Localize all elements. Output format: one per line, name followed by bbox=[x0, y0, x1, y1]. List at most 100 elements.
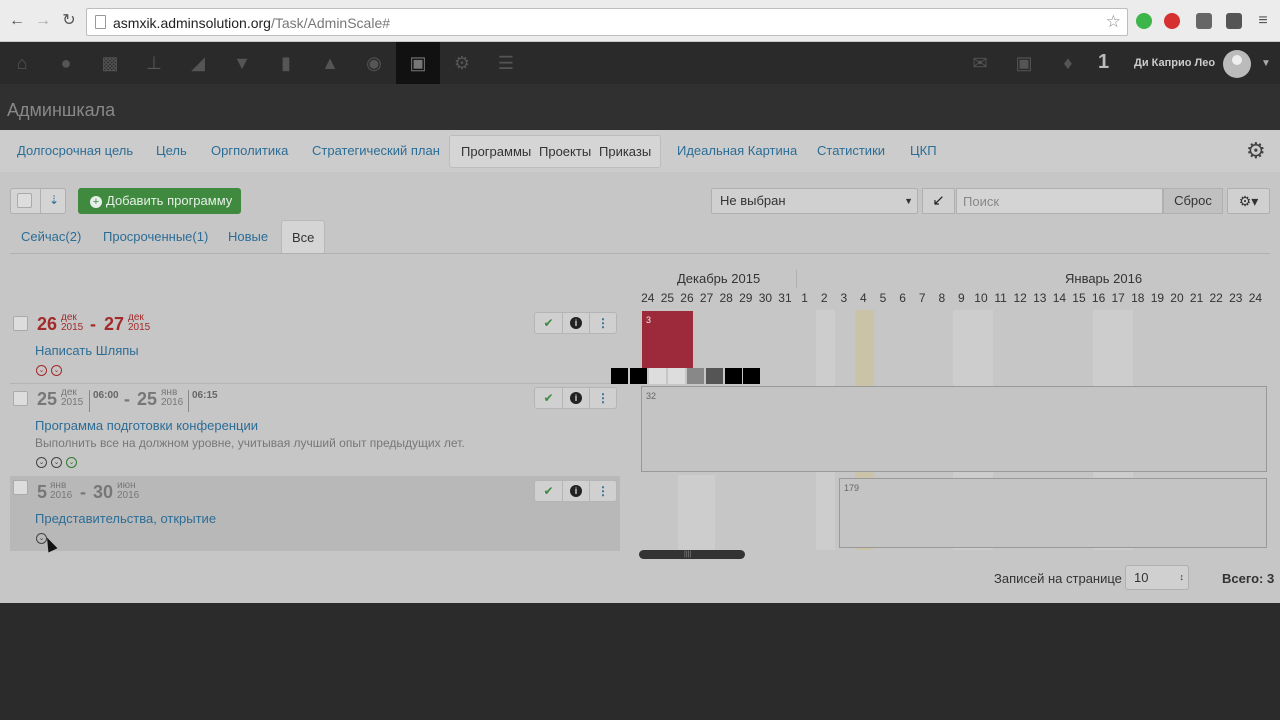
extension-puzzle-icon[interactable] bbox=[1196, 13, 1212, 29]
filter-tab-new[interactable]: Новые bbox=[228, 220, 268, 254]
tab-org-policy[interactable]: Оргполитика bbox=[211, 136, 288, 166]
home-icon[interactable]: ⌂ bbox=[0, 42, 44, 84]
gantt-bar[interactable]: 32 bbox=[641, 386, 1267, 472]
user-name[interactable]: Ди Каприо Лео bbox=[1134, 57, 1215, 69]
avatar[interactable] bbox=[1223, 50, 1251, 78]
back-icon[interactable]: ← bbox=[6, 10, 28, 32]
gantt-scrollbar[interactable]: |||| bbox=[639, 550, 745, 559]
complete-check-icon[interactable]: ✔ bbox=[535, 388, 562, 408]
task-title[interactable]: Программа подготовки конференции bbox=[35, 418, 258, 433]
gantt-day: 28 bbox=[719, 291, 733, 305]
task-actions: ✔ ⋮ bbox=[534, 312, 617, 334]
list-icon[interactable]: ☰ bbox=[484, 42, 528, 84]
view-settings-button[interactable]: ⚙▾ bbox=[1227, 188, 1270, 214]
chart-area-icon[interactable]: ◢ bbox=[176, 42, 220, 84]
status-chevron-icon[interactable]: ⌄ bbox=[51, 365, 62, 376]
date-separator: - bbox=[90, 314, 96, 334]
end-day: 25 bbox=[137, 389, 158, 409]
notification-count[interactable]: 1 bbox=[1098, 51, 1109, 74]
tab-goal[interactable]: Цель bbox=[156, 136, 187, 166]
tab-long-term-goal[interactable]: Долгосрочная цель bbox=[17, 136, 133, 166]
address-bar[interactable]: asmxik.adminsolution.org/Task/AdminScale… bbox=[86, 8, 1128, 36]
users-icon[interactable]: ● bbox=[44, 42, 88, 84]
filter-tab-overdue[interactable]: Просроченные(1) bbox=[103, 220, 208, 254]
tab-ideal-picture[interactable]: Идеальная Картина bbox=[677, 136, 797, 166]
select-all-checkbox[interactable] bbox=[17, 193, 32, 208]
gantt-day: 5 bbox=[879, 291, 887, 305]
gantt-day: 26 bbox=[680, 291, 694, 305]
tab-statistics[interactable]: Статистики bbox=[817, 136, 885, 166]
task-row[interactable]: 25 дек 2015 06:00 - 25 янв 2016 06:15 ✔ … bbox=[10, 387, 620, 475]
task-title[interactable]: Написать Шляпы bbox=[35, 343, 139, 358]
bell-icon[interactable]: ♦ bbox=[1046, 42, 1090, 84]
filter-icon[interactable]: ▼ bbox=[220, 42, 264, 84]
add-program-button[interactable]: + Добавить программу bbox=[78, 188, 241, 214]
tab-strategic-plan[interactable]: Стратегический план bbox=[312, 136, 440, 166]
user-menu-caret-icon[interactable]: ▼ bbox=[1261, 58, 1271, 69]
records-per-page-label: Записей на странице bbox=[994, 571, 1122, 586]
search-input[interactable] bbox=[956, 188, 1163, 214]
briefcase-icon[interactable]: ▣ bbox=[396, 42, 440, 84]
task-checkbox[interactable] bbox=[13, 480, 28, 495]
gantt-month: Декабрь 2015 bbox=[677, 271, 761, 286]
tab-projects[interactable]: Проекты bbox=[539, 144, 591, 159]
extension-red-icon[interactable] bbox=[1164, 13, 1180, 29]
gantt-day: 15 bbox=[1072, 291, 1086, 305]
org-chart-icon[interactable]: ⊥ bbox=[132, 42, 176, 84]
more-vertical-icon[interactable]: ⋮ bbox=[589, 313, 616, 333]
gantt-bar[interactable]: 179 bbox=[839, 478, 1267, 548]
complete-check-icon[interactable]: ✔ bbox=[535, 313, 562, 333]
reload-icon[interactable]: ↻ bbox=[58, 10, 80, 32]
status-chevron-icon[interactable]: ⌄ bbox=[51, 457, 62, 468]
money-bag-icon[interactable]: ◉ bbox=[352, 42, 396, 84]
task-title[interactable]: Представительства, открытие bbox=[35, 511, 216, 526]
hat-icon[interactable]: ▲ bbox=[308, 42, 352, 84]
divider bbox=[796, 270, 797, 288]
tab-ckp[interactable]: ЦКП bbox=[910, 136, 937, 166]
task-row[interactable]: 5 янв 2016 - 30 июн 2016 ✔ ⋮ Представите… bbox=[10, 476, 620, 551]
gantt-day: 22 bbox=[1209, 291, 1223, 305]
task-row[interactable]: 26 дек 2015 - 27 дек 2015 ✔ ⋮ Написать Ш… bbox=[10, 312, 620, 382]
gantt-day: 20 bbox=[1170, 291, 1184, 305]
gantt-day: 16 bbox=[1091, 291, 1106, 305]
mail-icon[interactable]: ✉ bbox=[958, 42, 1002, 84]
start-year: 2015 bbox=[61, 397, 84, 408]
briefcase-right-icon[interactable]: ▣ bbox=[1002, 42, 1046, 84]
filter-select[interactable]: Не выбран ▼ bbox=[711, 188, 918, 214]
reset-button[interactable]: Сброс bbox=[1163, 188, 1223, 214]
more-vertical-icon[interactable]: ⋮ bbox=[589, 388, 616, 408]
task-checkbox[interactable] bbox=[13, 316, 28, 331]
status-chevron-icon[interactable]: ⌄ bbox=[66, 457, 77, 468]
tab-programs[interactable]: Программы bbox=[461, 144, 531, 159]
forward-icon[interactable]: → bbox=[32, 10, 54, 32]
chevron-double-down-icon[interactable]: ⇣ bbox=[49, 193, 59, 207]
bar-chart-icon[interactable]: ▮ bbox=[264, 42, 308, 84]
records-per-page-select[interactable]: 10 ↕ bbox=[1125, 565, 1189, 590]
apply-arrow-button[interactable]: ↙ bbox=[922, 188, 955, 214]
filter-tab-now[interactable]: Сейчас(2) bbox=[21, 220, 81, 254]
gantt-marker bbox=[725, 368, 742, 384]
bookmark-star-icon[interactable]: ☆ bbox=[1106, 12, 1121, 32]
page-title: Админшкала bbox=[7, 100, 116, 120]
extension-green-icon[interactable] bbox=[1136, 13, 1152, 29]
settings-gear-icon[interactable]: ⚙ bbox=[1246, 138, 1266, 164]
task-checkbox[interactable] bbox=[13, 391, 28, 406]
gantt-day: 11 bbox=[994, 291, 1007, 305]
gear-icon[interactable]: ⚙ bbox=[440, 42, 484, 84]
complete-check-icon[interactable]: ✔ bbox=[535, 481, 562, 501]
factory-icon[interactable]: ▩ bbox=[88, 42, 132, 84]
filter-tab-all[interactable]: Все bbox=[281, 220, 326, 254]
tab-orders[interactable]: Приказы bbox=[599, 144, 651, 159]
gantt-bar[interactable]: 3 bbox=[642, 311, 693, 368]
extension-tool-icon[interactable] bbox=[1226, 13, 1242, 29]
info-icon[interactable] bbox=[562, 481, 589, 501]
info-icon[interactable] bbox=[562, 388, 589, 408]
gantt-month: Январь 2016 bbox=[1065, 271, 1143, 286]
menu-icon[interactable]: ≡ bbox=[1252, 10, 1274, 32]
gantt-bar-label: 179 bbox=[844, 483, 860, 493]
status-chevron-icon[interactable]: ⌄ bbox=[36, 365, 47, 376]
info-icon[interactable] bbox=[562, 313, 589, 333]
gantt-day: 2 bbox=[820, 291, 828, 305]
status-chevron-icon[interactable]: ⌄ bbox=[36, 457, 47, 468]
more-vertical-icon[interactable]: ⋮ bbox=[589, 481, 616, 501]
